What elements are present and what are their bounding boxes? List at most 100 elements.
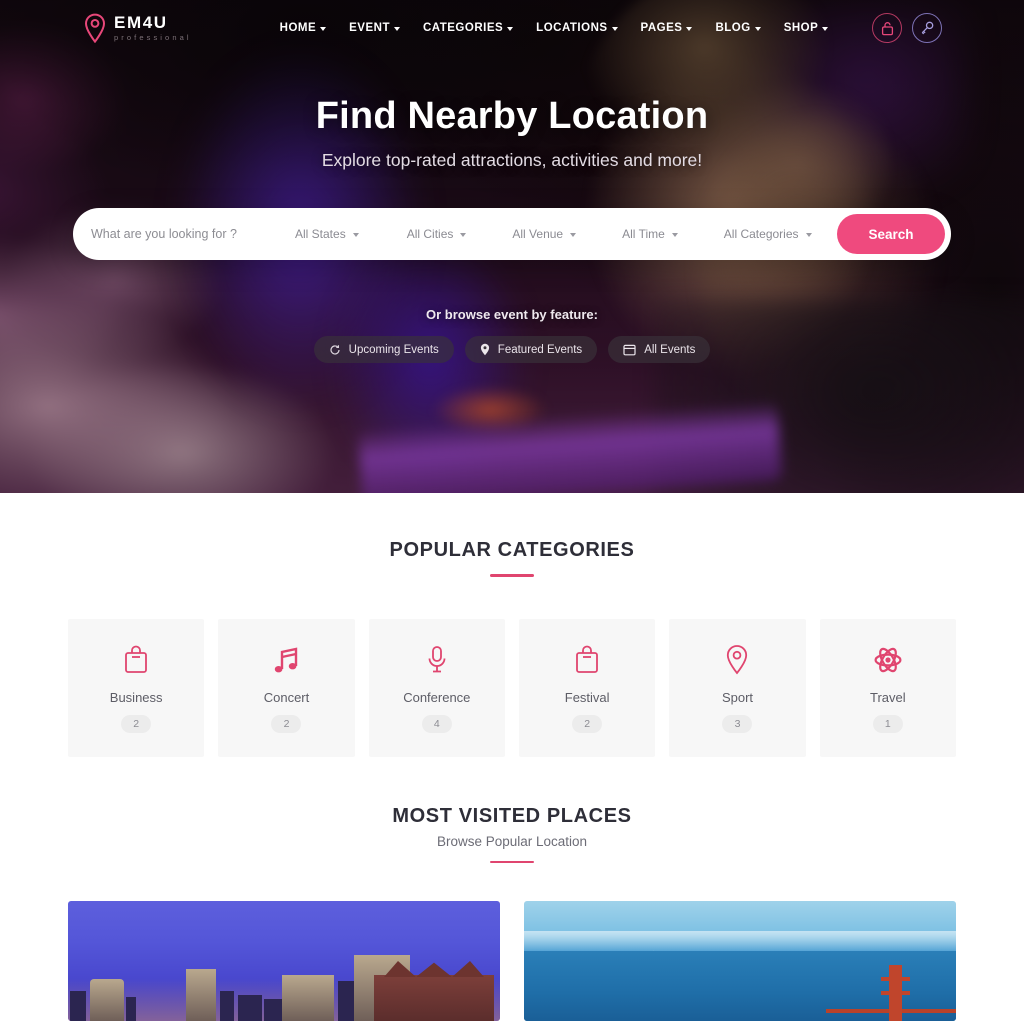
chip-featured-events[interactable]: Featured Events <box>464 336 598 363</box>
chip-label: Upcoming Events <box>348 343 439 356</box>
category-count: 3 <box>722 714 753 733</box>
chevron-down-icon <box>805 233 812 237</box>
category-grid: Business 2 Concert 2 Conference 4 Festiv… <box>68 618 956 757</box>
chevron-down-icon <box>611 27 618 31</box>
nav-label: BLOG <box>715 22 751 34</box>
section-divider <box>490 860 534 863</box>
nav-label: EVENT <box>349 22 390 34</box>
header-actions <box>872 13 942 43</box>
category-name: Conference <box>403 689 471 705</box>
key-icon <box>921 21 934 35</box>
category-card-concert[interactable]: Concert 2 <box>218 618 355 757</box>
filter-label: All States <box>295 227 346 241</box>
lock-icon <box>881 21 893 35</box>
filter-all-venue[interactable]: All Venue <box>512 227 577 241</box>
places-subtitle: Browse Popular Location <box>436 833 588 849</box>
chevron-down-icon <box>507 27 514 31</box>
search-input[interactable] <box>91 227 281 241</box>
hero-title: Find Nearby Location <box>315 95 709 137</box>
briefcase-icon <box>125 645 148 673</box>
nav-item-pages[interactable]: PAGES <box>641 22 693 34</box>
chip-label: All Events <box>644 343 696 356</box>
chip-all-events[interactable]: All Events <box>608 336 711 363</box>
category-card-business[interactable]: Business 2 <box>68 618 205 757</box>
browse-feature-label: Or browse event by feature: <box>426 307 598 322</box>
chevron-down-icon <box>671 233 678 237</box>
nav-item-event[interactable]: EVENT <box>349 22 400 34</box>
filter-label: All Cities <box>406 227 454 241</box>
category-card-conference[interactable]: Conference 4 <box>368 618 505 757</box>
category-count: 2 <box>572 714 603 733</box>
filter-label: All Time <box>622 227 665 241</box>
logo-title: EM4U <box>114 13 168 33</box>
chevron-down-icon <box>822 27 829 31</box>
place-card-city-skyline-dusk[interactable] <box>68 901 500 1021</box>
category-name: Sport <box>721 689 754 705</box>
most-visited-places-section: MOST VISITED PLACES Browse Popular Locat… <box>0 756 1024 1021</box>
category-name: Concert <box>263 689 310 705</box>
atom-icon <box>874 647 902 672</box>
nav-label: SHOP <box>783 22 819 34</box>
san-francisco-bay-image <box>524 901 956 1021</box>
nav-item-blog[interactable]: BLOG <box>715 22 761 34</box>
search-button[interactable]: Search <box>837 214 945 254</box>
nav-label: LOCATIONS <box>536 22 608 34</box>
category-card-travel[interactable]: Travel 1 <box>819 618 956 757</box>
filter-label: All Categories <box>723 227 799 241</box>
map-pin-icon <box>727 644 748 674</box>
place-card-san-francisco-bay[interactable] <box>524 901 956 1021</box>
category-count: 1 <box>872 714 903 733</box>
microphone-icon <box>428 645 446 672</box>
filter-label: All Venue <box>512 227 564 241</box>
refresh-icon <box>330 344 340 355</box>
chevron-down-icon <box>320 27 327 31</box>
category-count: 4 <box>421 714 452 733</box>
nav-item-shop[interactable]: SHOP <box>784 22 829 34</box>
nav-label: HOME <box>279 22 317 34</box>
map-pin-icon <box>84 13 106 43</box>
key-button[interactable] <box>912 13 942 43</box>
feature-chip-group: Upcoming Events Featured Events All Even… <box>313 336 711 363</box>
chip-label: Featured Events <box>497 343 583 356</box>
chevron-down-icon <box>754 27 761 31</box>
filter-all-states[interactable]: All States <box>295 227 359 241</box>
site-logo[interactable]: EM4U professional <box>84 13 192 43</box>
main-menu: HOME EVENT CATEGORIES LOCATIONS PAGES BL… <box>280 22 829 34</box>
category-count: 2 <box>121 714 152 733</box>
chevron-down-icon <box>460 233 467 237</box>
popular-categories-section: POPULAR CATEGORIES Business 2 Concert 2 … <box>0 493 1024 757</box>
nav-item-locations[interactable]: LOCATIONS <box>536 22 618 34</box>
category-count: 2 <box>271 714 302 733</box>
briefcase-icon <box>576 645 599 673</box>
window-icon <box>623 344 636 355</box>
section-divider <box>490 574 534 577</box>
chevron-down-icon <box>393 27 400 31</box>
search-bar: All States All Cities All Venue All Time… <box>73 208 951 260</box>
filter-all-time[interactable]: All Time <box>622 227 678 241</box>
chevron-down-icon <box>352 233 359 237</box>
category-card-festival[interactable]: Festival 2 <box>518 618 656 757</box>
chevron-down-icon <box>570 233 577 237</box>
nav-label: PAGES <box>640 22 683 34</box>
music-note-icon <box>275 647 298 672</box>
map-pin-icon <box>480 343 489 356</box>
chevron-down-icon <box>686 27 693 31</box>
hero-section: EM4U professional HOME EVENT CATEGORIES … <box>0 0 1024 493</box>
nav-label: CATEGORIES <box>422 22 504 34</box>
category-name: Festival <box>564 689 610 705</box>
filter-all-categories[interactable]: All Categories <box>724 227 812 241</box>
filter-all-cities[interactable]: All Cities <box>407 227 467 241</box>
category-name: Business <box>109 689 163 705</box>
hero-subtitle: Explore top-rated attractions, activitie… <box>321 150 703 170</box>
nav-item-categories[interactable]: CATEGORIES <box>422 22 514 34</box>
logo-subtitle: professional <box>114 33 192 43</box>
category-card-sport[interactable]: Sport 3 <box>669 618 806 757</box>
nav-item-home[interactable]: HOME <box>280 22 327 34</box>
top-navigation-bar: EM4U professional HOME EVENT CATEGORIES … <box>0 0 1024 56</box>
chip-upcoming-events[interactable]: Upcoming Events <box>313 336 454 363</box>
lock-button[interactable] <box>872 13 902 43</box>
categories-title: POPULAR CATEGORIES <box>389 539 635 561</box>
category-name: Travel <box>870 689 906 705</box>
places-title: MOST VISITED PLACES <box>392 804 632 827</box>
city-skyline-image <box>68 901 500 1021</box>
